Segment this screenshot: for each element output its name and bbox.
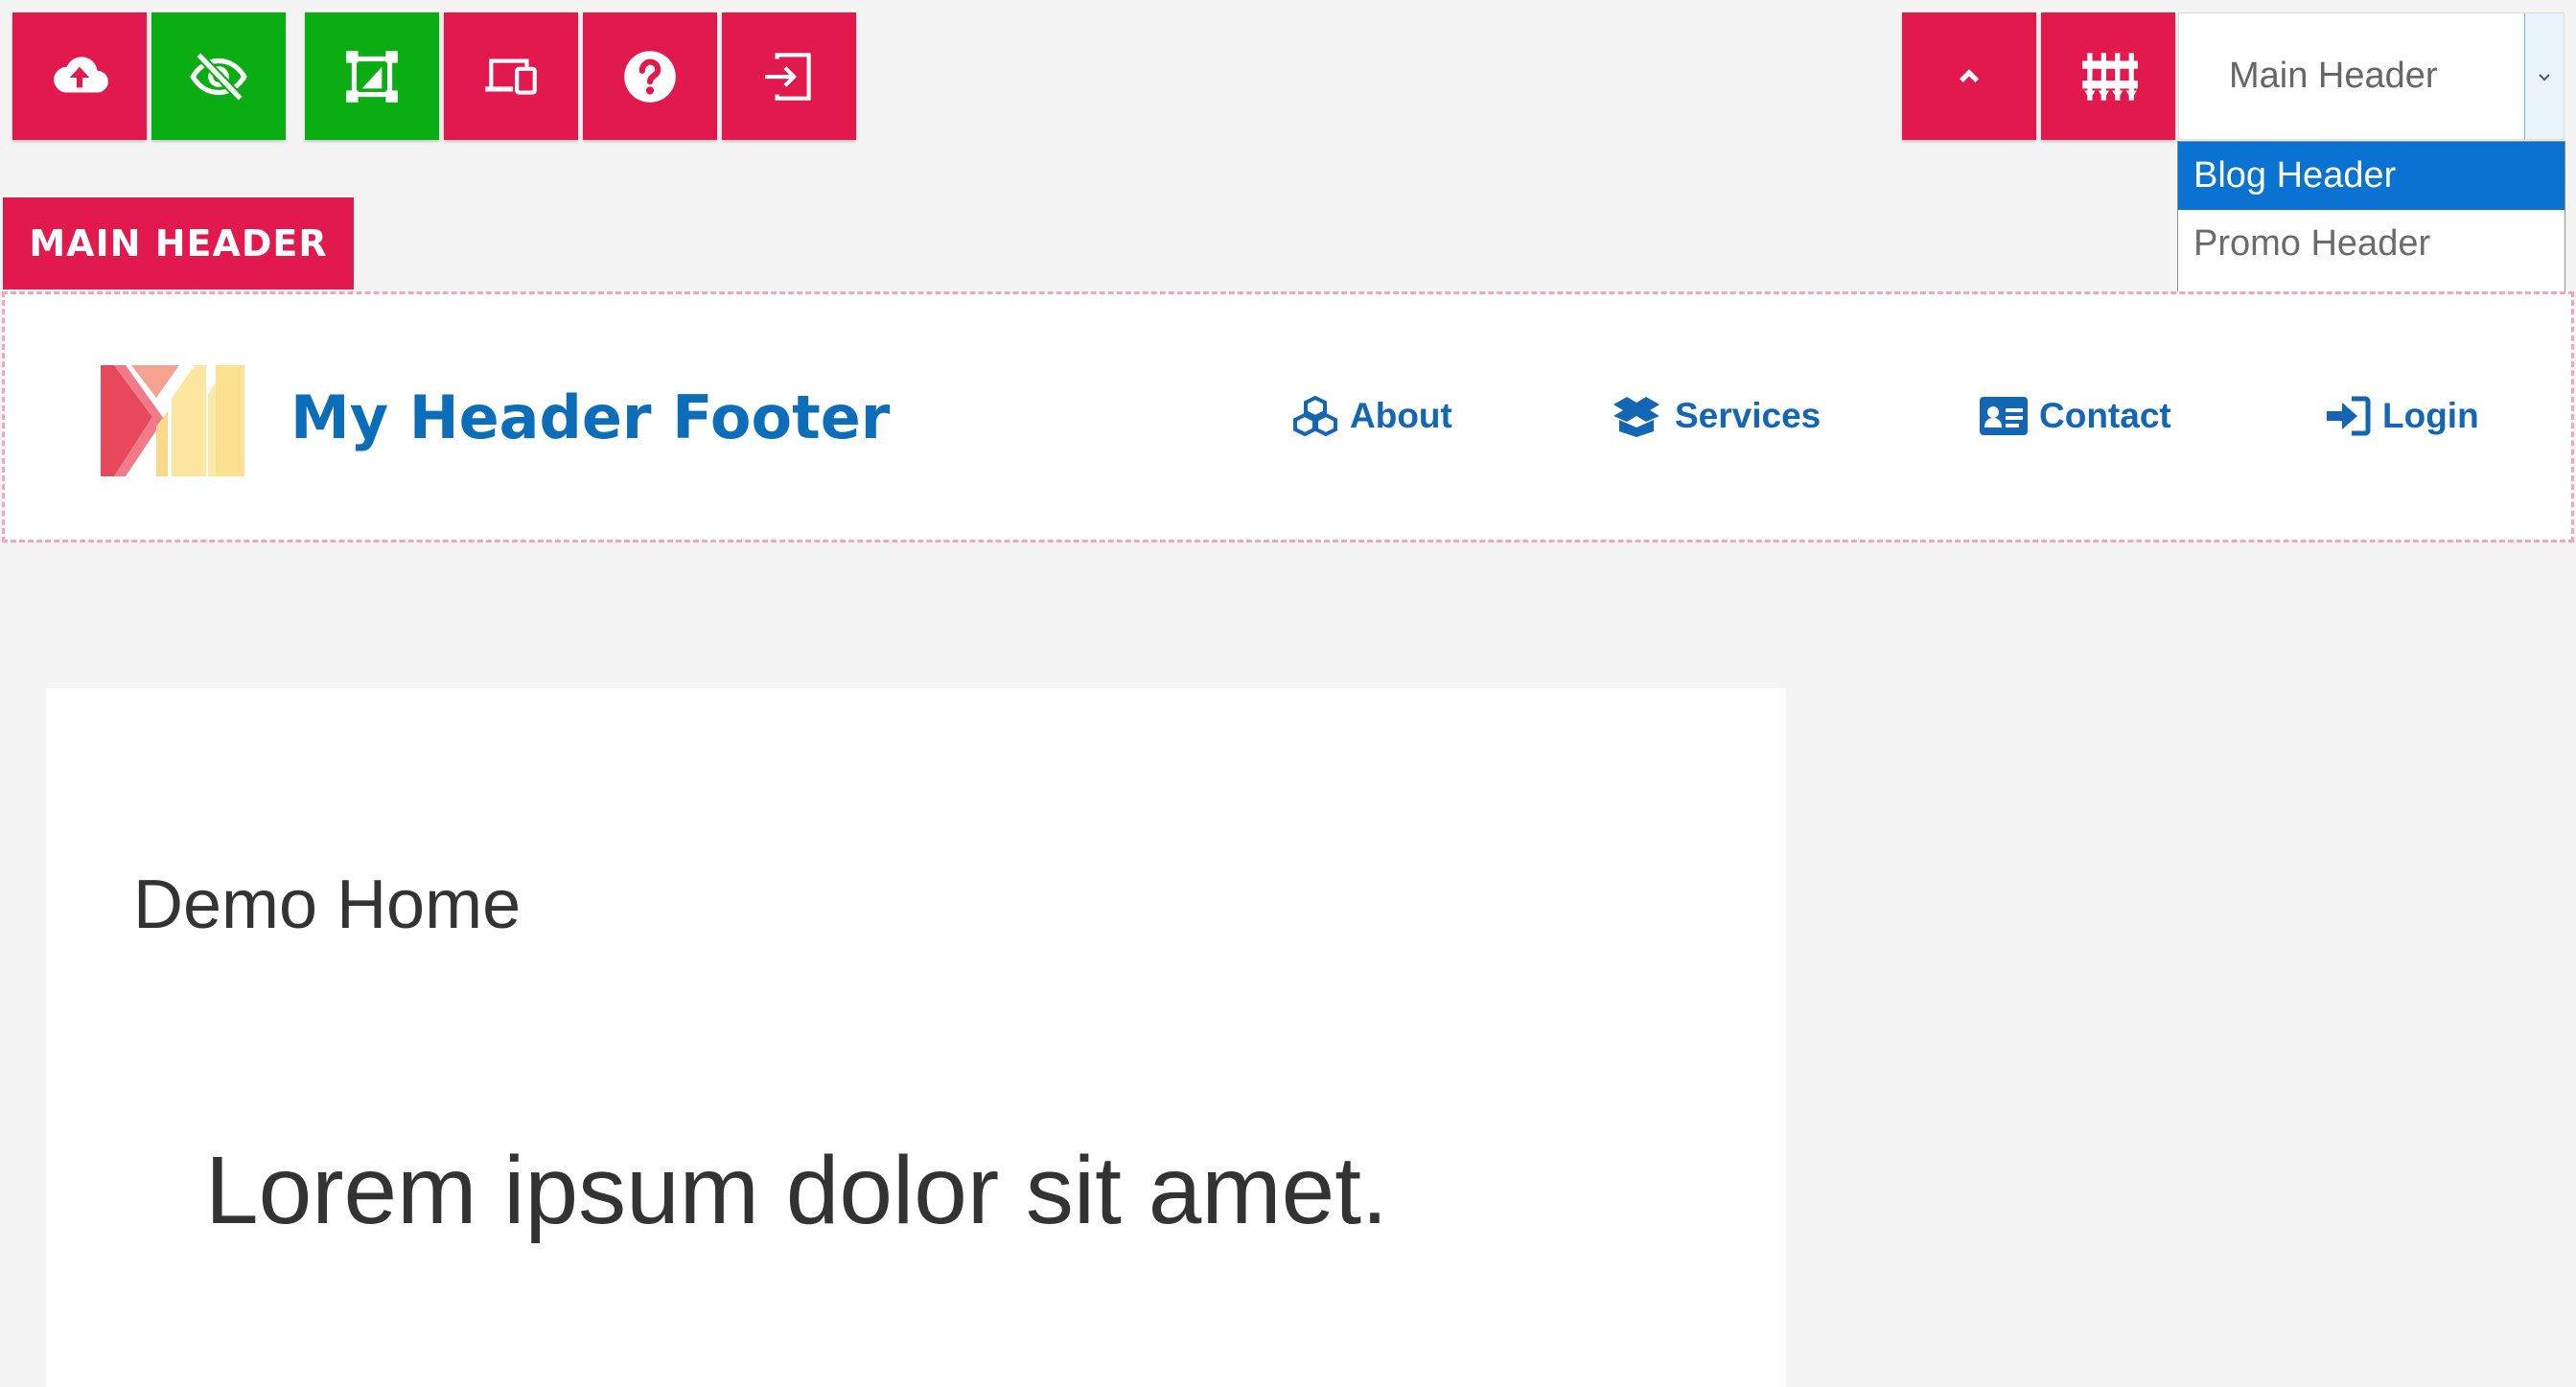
body-text: Lorem ipsum dolor sit amet. bbox=[205, 1137, 1388, 1244]
header-select-value: Main Header bbox=[2229, 56, 2438, 96]
header-preview[interactable]: My Header Footer About Services Contact bbox=[2, 291, 2574, 543]
nav-label-services: Services bbox=[1675, 396, 1822, 435]
nav-label-contact: Contact bbox=[2039, 396, 2171, 435]
chevron-up-icon bbox=[1959, 68, 1980, 82]
question-icon bbox=[624, 50, 676, 103]
settings-button[interactable] bbox=[2041, 12, 2175, 140]
help-button[interactable] bbox=[583, 12, 717, 140]
sliders-icon bbox=[2082, 52, 2138, 101]
dropdown-option-blog-header[interactable]: Blog Header bbox=[2178, 142, 2564, 210]
toggle-visibility-button[interactable] bbox=[151, 12, 286, 140]
eye-slash-icon bbox=[190, 51, 247, 102]
nav-item-login[interactable]: Login bbox=[2325, 390, 2479, 442]
responsive-preview-button[interactable] bbox=[444, 12, 578, 140]
nav-item-services[interactable]: Services bbox=[1610, 390, 1821, 442]
box-open-icon bbox=[1613, 397, 1659, 437]
nav-item-about[interactable]: About bbox=[1292, 390, 1452, 442]
nav-item-contact[interactable]: Contact bbox=[1980, 390, 2171, 442]
exit-button[interactable] bbox=[722, 12, 856, 140]
page-title: Demo Home bbox=[133, 867, 522, 943]
save-button[interactable] bbox=[12, 12, 147, 140]
content-card: Demo Home Lorem ipsum dolor sit amet. bbox=[46, 688, 1786, 1387]
site-title[interactable]: My Header Footer bbox=[290, 382, 890, 453]
sign-in-icon bbox=[2327, 396, 2371, 436]
frame-toggle-button[interactable] bbox=[305, 12, 439, 140]
section-label: MAIN HEADER bbox=[3, 197, 354, 289]
exit-icon bbox=[765, 52, 811, 101]
dropdown-option-promo-header[interactable]: Promo Header bbox=[2178, 210, 2564, 278]
chevron-down-icon[interactable] bbox=[2524, 13, 2564, 139]
nav-label-login: Login bbox=[2382, 396, 2479, 435]
cloud-upload-icon bbox=[54, 56, 108, 92]
frame-icon bbox=[346, 50, 398, 103]
cubes-icon bbox=[1293, 395, 1337, 437]
collapse-button[interactable] bbox=[1902, 12, 2036, 140]
devices-icon bbox=[485, 58, 537, 95]
header-select[interactable]: Main Header bbox=[2178, 12, 2564, 140]
nav-label-about: About bbox=[1350, 396, 1452, 435]
id-card-icon bbox=[1980, 397, 2028, 435]
site-logo bbox=[101, 365, 244, 476]
